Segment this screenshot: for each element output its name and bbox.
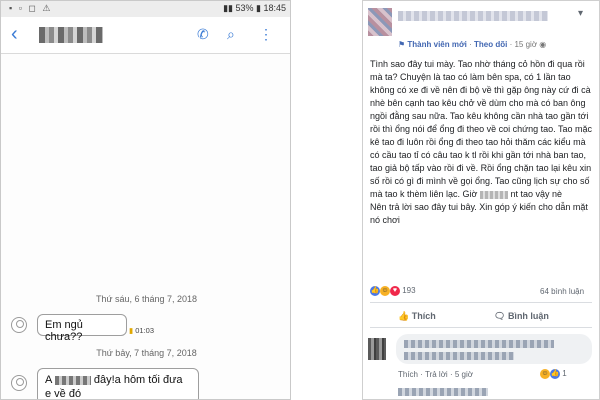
comment-like-link[interactable]: Thích (398, 370, 418, 379)
poster-name-redacted[interactable] (398, 11, 548, 21)
love-reaction-icon: ♥ (390, 286, 400, 296)
post-body: Tình sao đây tui mày. Tao nhờ tháng cỏ h… (370, 58, 592, 227)
redacted-name (54, 375, 91, 385)
clock: 18:45 (263, 3, 286, 13)
comment-button[interactable]: 🗨 Bình luận (494, 311, 549, 322)
badge-icon: ⚑ (398, 40, 406, 49)
comment-bubble[interactable] (396, 334, 592, 364)
message-time: ▮ 01:03 (129, 326, 155, 335)
post-body-text-2: nt tao vậy nè (510, 189, 563, 199)
signal-icon: ▮▮ (223, 3, 236, 13)
comment-icon: 🗨 (494, 311, 508, 321)
date-separator: Thứ sáu, 6 tháng 7, 2018 (95, 294, 198, 304)
poster-avatar-redacted[interactable] (368, 8, 392, 36)
post-body-text-1: Tình sao đây tui mày. Tao nhờ tháng cỏ h… (370, 59, 593, 199)
comment-actions: Thích · Trả lời · 5 giờ (398, 370, 473, 379)
battery-level: 53% (235, 3, 254, 13)
date-separator: Thứ bảy, 7 tháng 7, 2018 (96, 348, 197, 358)
like-button[interactable]: 👍 Thích (398, 311, 436, 322)
search-icon[interactable]: ⌕ (227, 26, 235, 43)
like-reaction-icon: 👍 (370, 286, 380, 296)
phone-message-screen: ▪ ▫ ◻ ⚠ ▮▮ 53% ▮ 18:45 ‹ ✆ ⌕ ⋮ Thứ sáu, … (0, 0, 291, 400)
reaction-count: 193 (402, 286, 416, 296)
divider (370, 327, 592, 328)
post-time[interactable]: 15 giờ (514, 40, 537, 49)
more-vert-icon[interactable]: ⋮ (259, 26, 273, 43)
battery-time: ▮▮ 53% ▮ 18:45 (223, 3, 286, 14)
message-bubble[interactable]: A đây!a hôm tối đưa e về đó (37, 368, 199, 400)
like-reaction-icon: 👍 (550, 369, 560, 379)
comment-text-redacted (404, 352, 514, 360)
reply-preview-redacted (398, 388, 488, 396)
member-badge[interactable]: Thành viên mới (407, 40, 466, 49)
post-menu-icon[interactable]: ▾ (578, 8, 583, 19)
post-body-text-3: Nên trả lời sao đây tui bây. Xin góp ý k… (370, 202, 588, 225)
message-text: Em ngủ chưa?? (45, 319, 83, 343)
redacted-text (479, 190, 508, 199)
comment-time: 5 giờ (454, 370, 473, 379)
message-line-2: e về đó (45, 388, 82, 400)
comment-reactions[interactable]: ☺ 👍 1 (540, 369, 567, 379)
sender-avatar (11, 317, 27, 333)
haha-reaction-icon: ☺ (540, 369, 550, 379)
comment-reply-link[interactable]: Trả lời (425, 370, 448, 379)
divider (370, 302, 592, 303)
back-chevron-icon[interactable]: ‹ (11, 23, 18, 45)
phone-icon[interactable]: ✆ (197, 26, 209, 43)
follow-link[interactable]: Theo dõi (474, 40, 507, 49)
contact-name-redacted (39, 27, 103, 43)
status-bar: ▪ ▫ ◻ ⚠ ▮▮ 53% ▮ 18:45 (1, 1, 290, 17)
sim-icon: ▮ (129, 326, 134, 335)
thumbs-up-icon: 👍 (398, 311, 412, 321)
post-meta: ⚑ Thành viên mới · Theo dõi · 15 giờ ◉ (398, 40, 547, 49)
message-line-1: A đây!a hôm tối đưa (45, 374, 183, 386)
haha-reaction-icon: ☺ (380, 286, 390, 296)
globe-icon: ◉ (539, 40, 547, 49)
conversation-header: ‹ ✆ ⌕ ⋮ (1, 17, 290, 54)
comment-reaction-count: 1 (562, 369, 567, 379)
comment-count[interactable]: 64 bình luận (540, 287, 584, 296)
comment-text-redacted (404, 340, 554, 348)
message-bubble[interactable]: Em ngủ chưa?? (37, 314, 127, 343)
reaction-summary[interactable]: 👍 ☺ ♥ 193 (370, 286, 416, 296)
notification-icons: ▪ ▫ ◻ ⚠ (9, 3, 53, 13)
commenter-avatar-redacted[interactable] (368, 338, 386, 360)
sender-avatar (11, 375, 27, 391)
